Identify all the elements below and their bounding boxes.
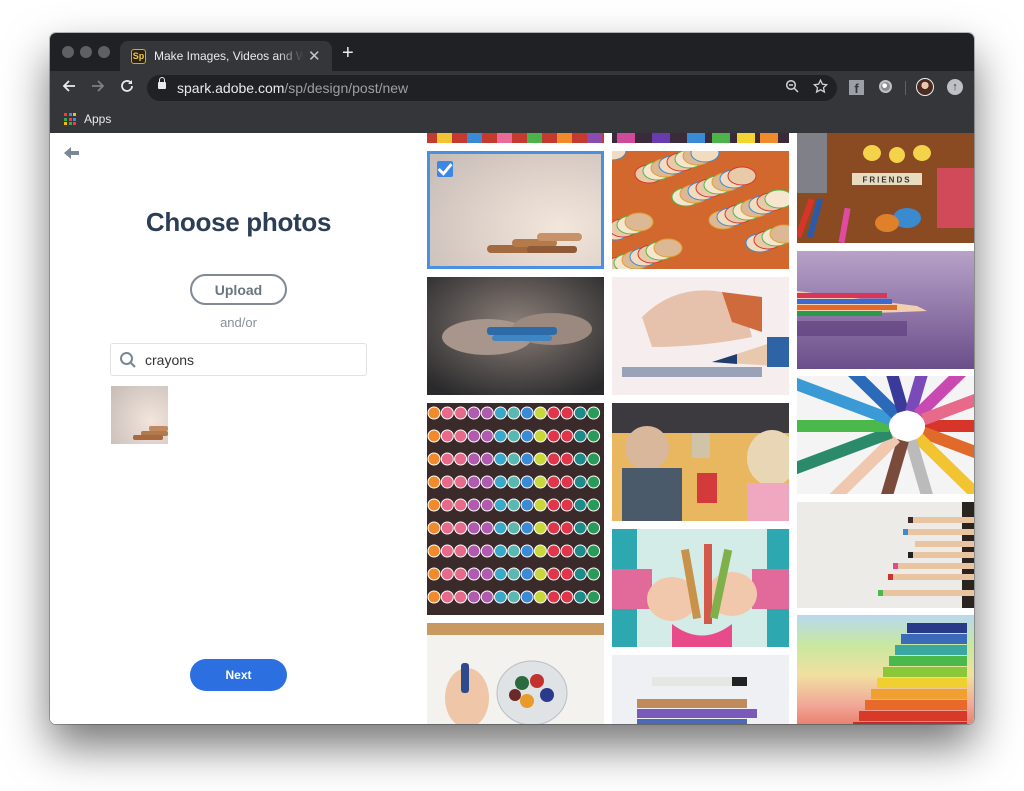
browser-window: Sp Make Images, Videos and Web Stories ✕…: [50, 33, 974, 724]
browser-toolbar: spark.adobe.com/sp/design/post/new f ↑: [50, 71, 974, 105]
photo-colorful-crayons-top-left[interactable]: [427, 133, 604, 143]
tab-close-icon[interactable]: ✕: [308, 47, 321, 65]
tab-strip: Sp Make Images, Videos and Web Stories ✕…: [50, 33, 974, 71]
upload-button[interactable]: Upload: [190, 274, 287, 305]
apps-bookmark[interactable]: Apps: [84, 112, 111, 126]
toolbar-divider: [905, 81, 906, 95]
page-title: Choose photos: [145, 207, 332, 237]
next-button[interactable]: Next: [190, 659, 287, 691]
tab-title: Make Images, Videos and Web Stories: [154, 49, 304, 63]
url-host: spark.adobe.com: [177, 80, 285, 96]
choose-photos-panel: Choose photos Upload and/or Next: [50, 133, 427, 724]
facebook-extension-icon[interactable]: f: [849, 80, 864, 96]
page-content: Choose photos Upload and/or Next: [50, 133, 974, 724]
bookmarks-bar: Apps: [50, 105, 974, 133]
zoom-out-icon[interactable]: [785, 79, 799, 96]
new-tab-button[interactable]: +: [342, 43, 354, 63]
search-icon: [120, 351, 136, 368]
photo-pencil-circle[interactable]: [797, 376, 974, 494]
photo-hands-blue-crayons[interactable]: [427, 277, 604, 395]
adobe-spark-favicon-icon: Sp: [131, 48, 146, 64]
avatar[interactable]: [916, 78, 934, 96]
photo-grid: FRIENDS: [427, 133, 974, 724]
address-bar[interactable]: spark.adobe.com/sp/design/post/new: [147, 75, 837, 101]
back-arrow-icon[interactable]: [64, 146, 80, 160]
apps-grid-icon[interactable]: [64, 113, 76, 125]
back-icon[interactable]: [62, 78, 76, 98]
photo-pencils-paper[interactable]: [797, 502, 974, 608]
photo-pencil-closeup[interactable]: [612, 277, 789, 395]
search-field[interactable]: [110, 343, 367, 376]
update-icon[interactable]: ↑: [947, 79, 963, 95]
photo-broken-crayons-beige[interactable]: [427, 151, 604, 269]
and-or-label: and/or: [220, 315, 257, 330]
selected-checkbox[interactable]: [437, 161, 453, 177]
close-window-button[interactable]: [62, 46, 74, 58]
photo-toys-friends[interactable]: FRIENDS: [797, 133, 974, 243]
forward-icon[interactable]: [91, 78, 105, 98]
photo-pastels-rainbow[interactable]: [797, 615, 974, 724]
minimize-window-button[interactable]: [80, 46, 92, 58]
photo-coloring-jar[interactable]: [427, 623, 604, 724]
url-text: spark.adobe.com/sp/design/post/new: [177, 80, 408, 96]
tab-adobe-spark[interactable]: Sp Make Images, Videos and Web Stories ✕: [120, 41, 332, 71]
photo-kids-drawing[interactable]: [612, 403, 789, 521]
circle-extension-icon[interactable]: [879, 80, 892, 93]
svg-text:FRIENDS: FRIENDS: [862, 176, 911, 185]
photo-crayons-white[interactable]: [612, 655, 789, 724]
photo-child-crayons[interactable]: [612, 529, 789, 647]
photo-colored-pencils-top[interactable]: [612, 133, 789, 143]
reload-icon[interactable]: [120, 78, 134, 98]
search-input[interactable]: [143, 350, 347, 369]
photo-pencils-purple[interactable]: [797, 251, 974, 369]
maximize-window-button[interactable]: [98, 46, 110, 58]
lock-icon: [158, 77, 166, 89]
selected-photo-thumbnail[interactable]: [111, 386, 168, 444]
bookmark-star-icon[interactable]: [812, 78, 829, 97]
photo-markers-rows[interactable]: [427, 403, 604, 615]
photo-pencil-shavings[interactable]: [612, 151, 789, 269]
url-path: /sp/design/post/new: [284, 80, 409, 96]
